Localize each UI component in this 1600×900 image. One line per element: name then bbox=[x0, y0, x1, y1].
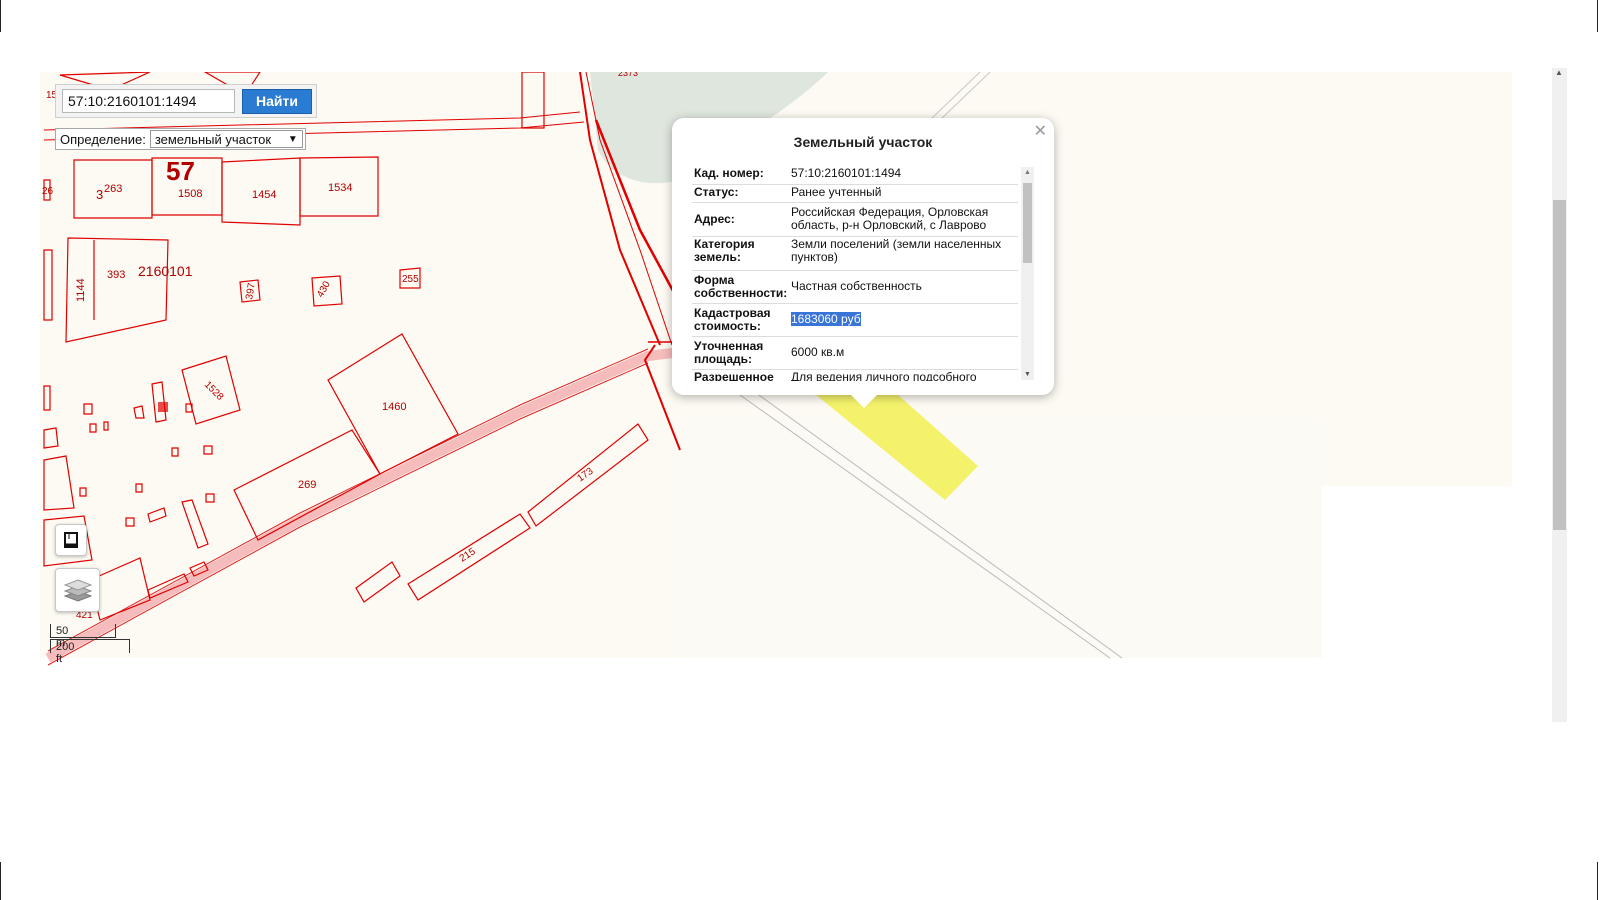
window-edge bbox=[0, 0, 1, 32]
parcel-info-popup: ✕ Земельный участок Кад. номер: 57:10:21… bbox=[672, 118, 1054, 395]
layers-icon bbox=[63, 579, 92, 602]
parcel-label: 1534 bbox=[328, 182, 352, 194]
row-key: Категория земель: bbox=[694, 237, 755, 264]
parcel-label: 3 bbox=[96, 187, 103, 202]
table-row: Адрес: Российская Федерация, Орловская о… bbox=[692, 203, 1018, 237]
table-row: Категория земель: Земли поселений (земли… bbox=[692, 237, 1018, 271]
parcel-label: 26 bbox=[42, 186, 54, 197]
scroll-up-icon[interactable]: ▲ bbox=[1024, 169, 1031, 176]
row-value: 1683060 руб bbox=[789, 312, 1018, 328]
cadastral-search-input[interactable] bbox=[62, 89, 235, 113]
table-row: Разрешенное Для ведения личного подсобно… bbox=[692, 370, 1018, 382]
row-key: Кадастровая стоимость: bbox=[694, 305, 771, 333]
row-value: Для ведения личного подсобного bbox=[791, 370, 977, 382]
window-edge bbox=[1597, 0, 1598, 32]
definition-label: Определение: bbox=[60, 131, 146, 147]
window-edge bbox=[1597, 862, 1598, 900]
parcel-label: 1460 bbox=[382, 401, 406, 413]
row-value: Российская Федерация, Орловская область,… bbox=[791, 205, 989, 232]
scale-imperial: 200 ft bbox=[56, 641, 75, 665]
scrollbar-thumb[interactable] bbox=[1023, 183, 1032, 263]
scroll-down-icon[interactable]: ▼ bbox=[1024, 371, 1031, 378]
table-row: Кад. номер: 57:10:2160101:1494 bbox=[692, 166, 1018, 185]
page-scrollbar[interactable]: ▲ bbox=[1552, 68, 1567, 722]
quarter-label: 2160101 bbox=[138, 263, 193, 279]
table-row: Статус: Ранее учтенный bbox=[692, 185, 1018, 203]
row-key: Статус: bbox=[694, 185, 739, 199]
table-row: Форма собственности: Частная собственнос… bbox=[692, 271, 1018, 304]
table-row: Уточненная площадь: 6000 кв.м bbox=[692, 337, 1018, 370]
row-key: Разрешенное bbox=[694, 370, 774, 382]
block-number-label: 57 bbox=[166, 156, 195, 186]
scroll-up-icon[interactable]: ▲ bbox=[1555, 68, 1563, 77]
search-panel: Найти bbox=[55, 84, 317, 118]
popup-pointer bbox=[850, 394, 878, 408]
layers-button[interactable] bbox=[55, 568, 100, 612]
table-row: Кадастровая стоимость: 1683060 руб bbox=[692, 304, 1018, 337]
window-edge bbox=[0, 862, 1, 900]
row-key: Форма собственности: bbox=[694, 272, 788, 300]
parcel-label: 255 bbox=[402, 274, 419, 285]
ruler-icon bbox=[64, 532, 78, 548]
parcel-label: 269 bbox=[298, 479, 316, 491]
parcel-label: 2373 bbox=[618, 72, 638, 78]
parcel-label: 1508 bbox=[178, 188, 202, 200]
search-button[interactable]: Найти bbox=[242, 89, 312, 114]
ruler-button[interactable] bbox=[55, 524, 87, 556]
definition-select-value: земельный участок bbox=[154, 131, 272, 147]
row-value: Ранее учтенный bbox=[791, 185, 882, 199]
scrollbar-thumb[interactable] bbox=[1553, 200, 1566, 530]
definition-control: Определение: земельный участок ▼ bbox=[55, 128, 306, 150]
row-key: Адрес: bbox=[694, 211, 735, 226]
row-value: Земли поселений (земли населенных пункто… bbox=[791, 237, 1002, 264]
popup-title: Земельный участок bbox=[793, 134, 933, 150]
row-key: Кад. номер: bbox=[694, 166, 764, 180]
parcel-label: 1454 bbox=[252, 189, 276, 201]
parcel-label: 1144 bbox=[75, 278, 87, 302]
parcel-attributes-table: Кад. номер: 57:10:2160101:1494 Статус: Р… bbox=[692, 166, 1018, 381]
chevron-down-icon: ▼ bbox=[287, 133, 298, 145]
parcel-label: 263 bbox=[104, 183, 122, 195]
definition-select[interactable]: земельный участок ▼ bbox=[149, 130, 303, 148]
popup-scrollbar[interactable]: ▲ ▼ bbox=[1021, 167, 1034, 380]
row-value: Частная собственность bbox=[791, 279, 922, 293]
cadastral-value-selected: 1683060 руб bbox=[791, 312, 861, 326]
row-value: 57:10:2160101:1494 bbox=[791, 166, 902, 180]
row-key: Уточненная площадь: bbox=[694, 338, 764, 366]
row-value: 6000 кв.м bbox=[791, 345, 845, 359]
parcel-label: 393 bbox=[107, 269, 125, 281]
